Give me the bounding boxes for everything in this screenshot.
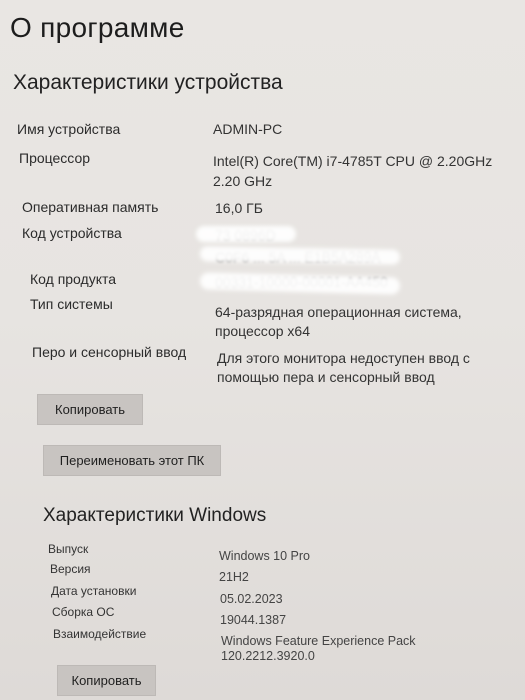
edition-value: Windows 10 Pro xyxy=(219,549,311,563)
ram-value: 16,0 ГБ xyxy=(215,200,263,216)
product-id-label: Код продукта xyxy=(30,271,117,287)
version-label: Версия xyxy=(50,562,91,576)
page-title: О программе xyxy=(10,12,185,43)
system-type-label: Тип системы xyxy=(30,296,113,312)
device-name-label: Имя устройства xyxy=(17,121,121,137)
processor-label: Процессор xyxy=(19,150,91,166)
os-build-label: Сборка ОС xyxy=(52,605,115,619)
device-name-value: ADMIN-PC xyxy=(213,121,283,137)
processor-speed-value: 2.20 GHz xyxy=(213,173,273,189)
install-date-value: 05.02.2023 xyxy=(220,592,283,606)
experience-value: Windows Feature Experience Pack xyxy=(221,634,416,648)
windows-specs-title: Характеристики Windows xyxy=(43,505,267,526)
system-type-value-line2: процессор x64 xyxy=(215,323,310,339)
system-type-value: 64-разрядная операционная система, xyxy=(215,304,462,320)
device-specs-title: Характеристики устройства xyxy=(13,71,283,94)
experience-label: Взаимодействие xyxy=(53,627,147,641)
device-id-label: Код устройства xyxy=(22,225,122,241)
edition-label: Выпуск xyxy=(48,542,89,556)
ram-label: Оперативная память xyxy=(22,199,159,215)
os-build-value: 19044.1387 xyxy=(220,613,287,627)
pen-touch-value-line2: помощью пера и сенсорный ввод xyxy=(217,369,435,385)
copy-device-specs-button[interactable]: Копировать xyxy=(37,394,143,425)
pen-touch-label: Перо и сенсорный ввод xyxy=(32,344,187,360)
redaction-mark xyxy=(196,226,296,242)
version-value: 21H2 xyxy=(219,570,249,584)
copy-windows-specs-button[interactable]: Копировать xyxy=(57,665,156,696)
pen-touch-value: Для этого монитора недоступен ввод с xyxy=(217,350,470,366)
rename-pc-button[interactable]: Переименовать этот ПК xyxy=(43,445,221,476)
install-date-label: Дата установки xyxy=(51,584,137,598)
experience-version-value: 120.2212.3920.0 xyxy=(221,649,315,663)
processor-value: Intel(R) Core(TM) i7-4785T CPU @ 2.20GHz xyxy=(213,153,493,169)
